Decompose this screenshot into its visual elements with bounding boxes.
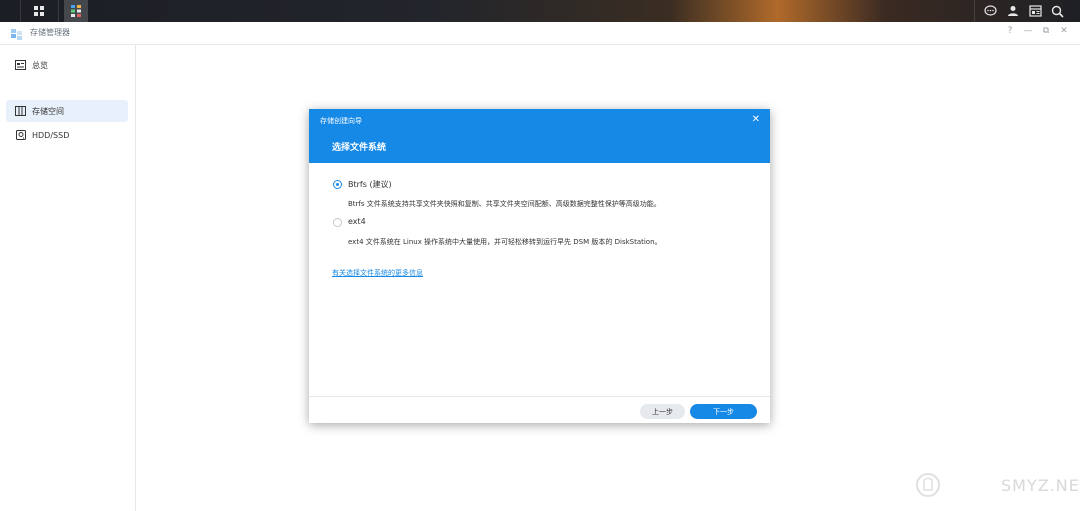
window-titlebar: 存储管理器 ? — ⧉ ✕ <box>0 22 1080 45</box>
main-menu-icon[interactable] <box>27 0 51 22</box>
storage-creation-wizard: 存储创建向导 ✕ 选择文件系统 Btrfs (建议) Btrfs 文件系统支持共… <box>309 109 770 423</box>
widgets-icon[interactable] <box>1023 0 1047 22</box>
watermark: SMYZ.NET <box>915 472 1080 498</box>
storage-manager-app-icon <box>10 26 23 40</box>
sidebar: 总览 存储空间 HDD/SSD <box>0 45 136 511</box>
storage-icon <box>15 106 26 117</box>
search-icon[interactable] <box>1045 0 1069 22</box>
btrfs-label[interactable]: Btrfs (建议) <box>348 179 392 190</box>
ext4-description: ext4 文件系统在 Linux 操作系统中大量使用，并可轻松移转到运行早先 D… <box>348 238 662 246</box>
taskbar-separator <box>20 0 21 22</box>
btrfs-description: Btrfs 文件系统支持共享文件夹快照和复制、共享文件夹空间配额、高级数据完整性… <box>348 200 661 208</box>
next-button[interactable]: 下一步 <box>690 404 757 419</box>
more-info-link[interactable]: 有关选择文件系统的更多信息 <box>332 268 423 278</box>
watermark-text: SMYZ.NET <box>1001 475 1080 495</box>
chat-icon[interactable] <box>978 0 1002 22</box>
dialog-footer: 上一步 下一步 <box>309 396 770 424</box>
sidebar-item-label: HDD/SSD <box>32 130 70 140</box>
btrfs-radio[interactable] <box>333 180 342 189</box>
close-icon[interactable]: ✕ <box>752 114 760 125</box>
overview-icon <box>15 60 26 71</box>
drive-icon <box>15 130 26 141</box>
window-title: 存储管理器 <box>30 28 70 37</box>
sidebar-item-label: 总览 <box>32 60 48 70</box>
ext4-label[interactable]: ext4 <box>348 217 366 226</box>
previous-button[interactable]: 上一步 <box>640 404 685 419</box>
storage-manager-icon[interactable] <box>64 0 88 22</box>
help-button[interactable]: ? <box>1004 26 1016 36</box>
sidebar-item-label: 存储空间 <box>32 106 64 116</box>
dialog-header: 存储创建向导 ✕ 选择文件系统 <box>309 109 770 163</box>
minimize-button[interactable]: — <box>1022 26 1034 36</box>
restore-button[interactable]: ⧉ <box>1040 26 1052 36</box>
ext4-radio[interactable] <box>333 218 342 227</box>
sidebar-item-storage[interactable]: 存储空间 <box>6 100 128 122</box>
sidebar-item-overview[interactable]: 总览 <box>6 54 128 76</box>
dialog-title: 存储创建向导 <box>320 117 362 125</box>
user-icon[interactable] <box>1001 0 1025 22</box>
taskbar <box>0 0 1080 22</box>
watermark-logo-icon <box>916 473 940 497</box>
taskbar-separator <box>58 0 59 22</box>
sidebar-item-hdd-ssd[interactable]: HDD/SSD <box>6 124 128 146</box>
close-window-button[interactable]: ✕ <box>1058 26 1070 36</box>
taskbar-separator <box>974 0 975 22</box>
dialog-subtitle: 选择文件系统 <box>332 143 387 153</box>
